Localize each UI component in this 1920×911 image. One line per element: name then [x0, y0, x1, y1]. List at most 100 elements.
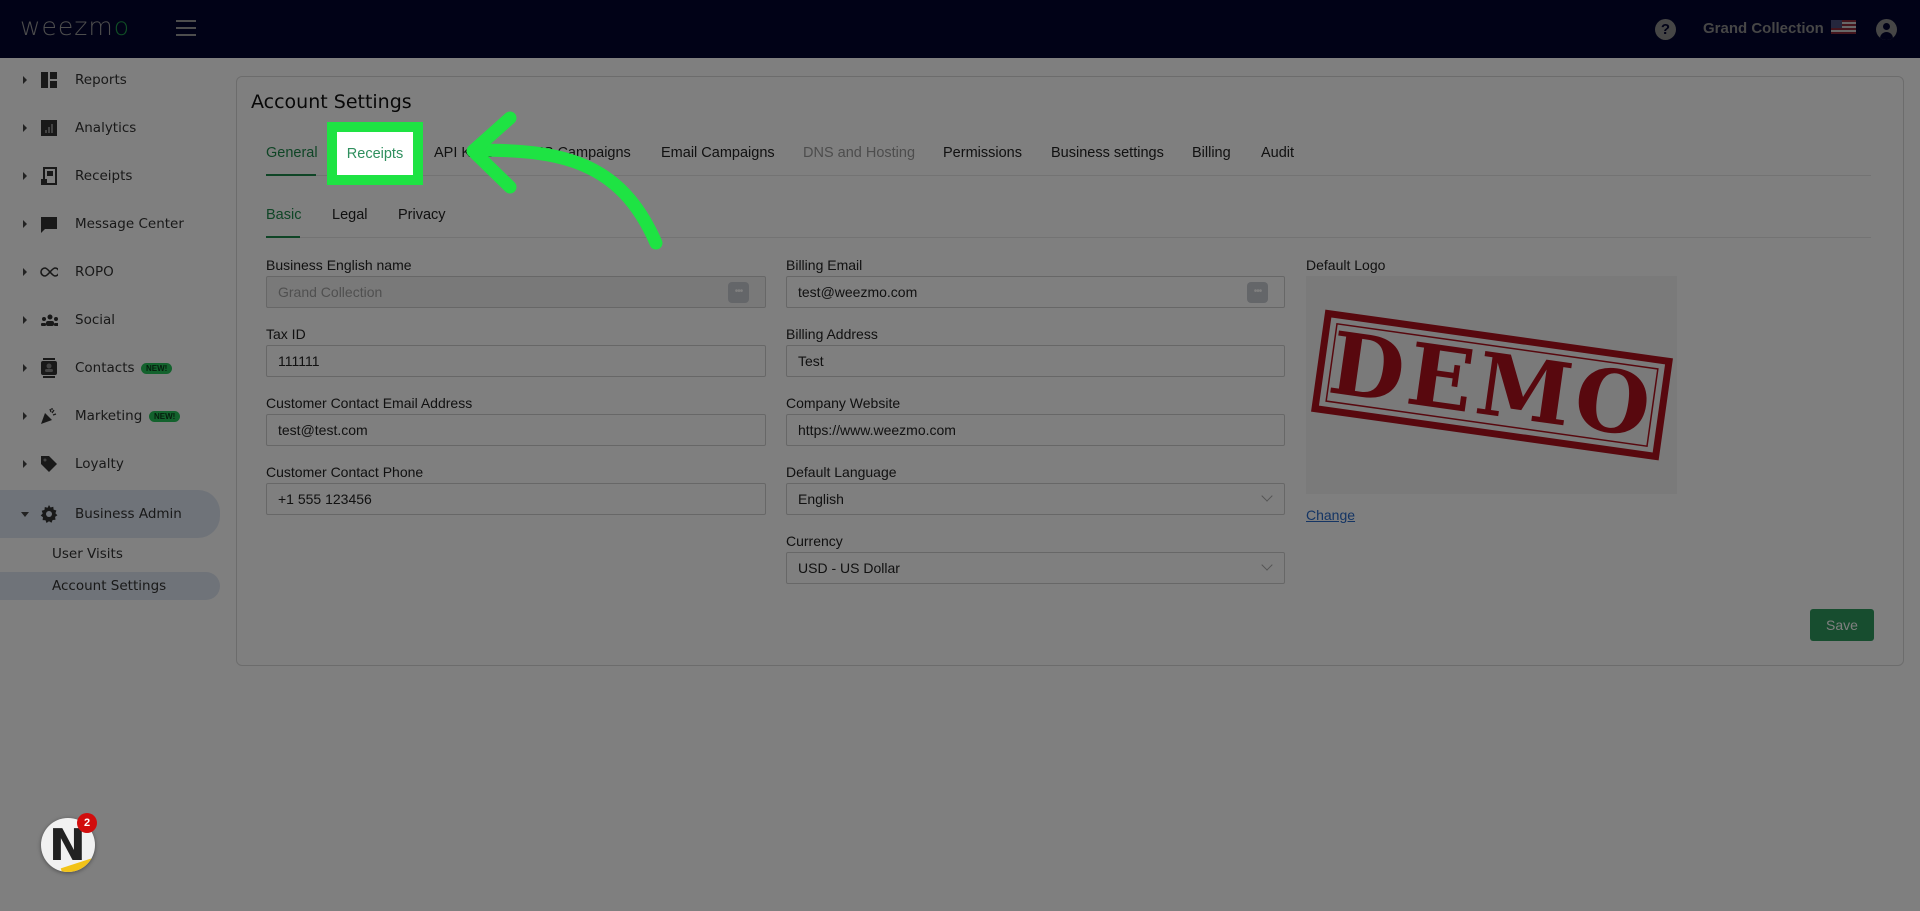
demo-stamp-text: DEMO: [1323, 313, 1660, 458]
caret-right-icon: [23, 364, 27, 372]
subtab-basic[interactable]: Basic: [266, 207, 301, 223]
tag-heart-icon: [40, 455, 58, 473]
active-subtab-indicator: [266, 236, 300, 238]
sidebar-item-label: Contacts: [75, 360, 135, 376]
settings-tabs: General Receipts API Keys SMS Campaigns …: [266, 133, 1871, 176]
default-language-select[interactable]: English: [786, 483, 1285, 515]
sidebar-item-label: Marketing: [75, 408, 143, 424]
billing-email-label: Billing Email: [786, 257, 863, 273]
caret-right-icon: [23, 76, 27, 84]
sidebar-item-reports[interactable]: Reports: [0, 58, 220, 102]
bar-chart-icon: [40, 119, 58, 137]
hamburger-menu-icon[interactable]: [176, 20, 196, 36]
billing-address-label: Billing Address: [786, 326, 878, 342]
weezmo-logo[interactable]: weezmo: [20, 12, 130, 41]
caret-right-icon: [23, 172, 27, 180]
company-website-input[interactable]: [786, 414, 1285, 446]
tab-email-campaigns[interactable]: Email Campaigns: [661, 145, 775, 161]
people-icon: [40, 311, 58, 329]
sidebar-item-social[interactable]: Social: [0, 298, 220, 342]
billing-address-input[interactable]: [786, 345, 1285, 377]
contact-card-icon: [40, 358, 58, 378]
tab-api-keys[interactable]: API Keys: [434, 145, 494, 161]
sidebar-item-label: Loyalty: [75, 456, 124, 472]
currency-select[interactable]: USD - US Dollar: [786, 552, 1285, 584]
tab-permissions[interactable]: Permissions: [943, 145, 1022, 161]
store-name[interactable]: Grand Collection: [1703, 20, 1824, 37]
default-logo-label: Default Logo: [1306, 257, 1386, 273]
active-tab-indicator: [266, 174, 316, 176]
customer-contact-email-input[interactable]: [266, 414, 766, 446]
sidebar-subitem-label: Account Settings: [52, 578, 167, 594]
sidebar-item-label: Social: [75, 312, 116, 328]
business-english-name-input: [266, 276, 766, 308]
currency-label: Currency: [786, 533, 843, 549]
tab-general[interactable]: General: [266, 145, 318, 161]
party-popper-icon: [40, 407, 58, 425]
more-options-icon[interactable]: •••: [1247, 282, 1268, 303]
sidebar-item-label: Analytics: [75, 120, 137, 136]
tab-sms-campaigns[interactable]: SMS Campaigns: [522, 145, 631, 161]
tax-id-input[interactable]: [266, 345, 766, 377]
user-account-icon[interactable]: [1876, 19, 1897, 40]
sidebar-item-label: ROPO: [75, 264, 114, 280]
company-website-label: Company Website: [786, 395, 901, 411]
sidebar-item-receipts[interactable]: Receipts: [0, 154, 220, 198]
default-logo-image: DEMO: [1306, 276, 1677, 494]
caret-right-icon: [23, 124, 27, 132]
receipt-icon: [40, 167, 58, 185]
subtab-privacy[interactable]: Privacy: [398, 207, 446, 223]
general-subtabs: Basic Legal Privacy: [266, 196, 1871, 238]
new-badge: NEW!: [141, 362, 173, 374]
top-navigation-bar: weezmo ? Grand Collection: [0, 0, 1920, 58]
sidebar-item-analytics[interactable]: Analytics: [0, 106, 220, 150]
tab-audit[interactable]: Audit: [1261, 145, 1294, 161]
tab-dns-and-hosting: DNS and Hosting: [803, 145, 916, 161]
us-flag-icon[interactable]: [1831, 20, 1856, 34]
tax-id-label: Tax ID: [266, 326, 306, 342]
caret-down-icon: [21, 511, 29, 517]
caret-right-icon: [23, 316, 27, 324]
customer-contact-phone-label: Customer Contact Phone: [266, 464, 424, 480]
sidebar-item-loyalty[interactable]: Loyalty: [0, 442, 220, 486]
caret-right-icon: [23, 460, 27, 468]
sidebar-item-label: Message Center: [75, 216, 184, 232]
subtab-legal[interactable]: Legal: [332, 207, 367, 223]
sidebar-item-label: Receipts: [75, 168, 133, 184]
page-title: Account Settings: [251, 91, 412, 113]
sidebar-subitem-account-settings[interactable]: Account Settings: [0, 572, 220, 600]
notification-badge: 2: [77, 813, 97, 833]
dashboard-icon: [40, 71, 58, 89]
default-language-value: English: [798, 491, 844, 507]
logo-accent: o: [113, 12, 130, 41]
sidebar-item-label: Business Admin: [75, 506, 182, 522]
gear-icon: [40, 505, 58, 523]
caret-right-icon: [23, 268, 27, 276]
business-english-name-label: Business English name: [266, 257, 412, 273]
sidebar-subitem-user-visits[interactable]: User Visits: [0, 540, 220, 568]
tab-billing[interactable]: Billing: [1192, 145, 1231, 161]
caret-right-icon: [23, 412, 27, 420]
currency-value: USD - US Dollar: [798, 560, 900, 576]
sidebar: Reports Analytics Receipts Message Cente…: [0, 58, 220, 911]
sidebar-item-marketing[interactable]: Marketing NEW!: [0, 394, 220, 438]
new-badge: NEW!: [149, 410, 181, 422]
change-logo-link[interactable]: Change: [1306, 507, 1355, 523]
customer-contact-email-label: Customer Contact Email Address: [266, 395, 473, 411]
highlighted-receipts-tab[interactable]: Receipts: [327, 122, 423, 185]
tab-business-settings[interactable]: Business settings: [1051, 145, 1164, 161]
sidebar-item-ropo[interactable]: ROPO: [0, 250, 220, 294]
caret-right-icon: [23, 220, 27, 228]
chat-bubble-icon: [40, 215, 58, 233]
customer-contact-phone-input[interactable]: [266, 483, 766, 515]
more-options-icon[interactable]: •••: [728, 282, 749, 303]
help-icon[interactable]: ?: [1655, 19, 1676, 40]
highlighted-tab-label: Receipts: [346, 146, 404, 162]
sidebar-item-business-admin[interactable]: Business Admin: [0, 490, 220, 538]
sidebar-item-message-center[interactable]: Message Center: [0, 202, 220, 246]
sidebar-subitem-label: User Visits: [52, 546, 123, 562]
save-button[interactable]: Save: [1810, 609, 1874, 641]
billing-email-input[interactable]: [786, 276, 1285, 308]
sidebar-item-contacts[interactable]: Contacts NEW!: [0, 346, 220, 390]
logo-text: weezm: [20, 12, 114, 41]
